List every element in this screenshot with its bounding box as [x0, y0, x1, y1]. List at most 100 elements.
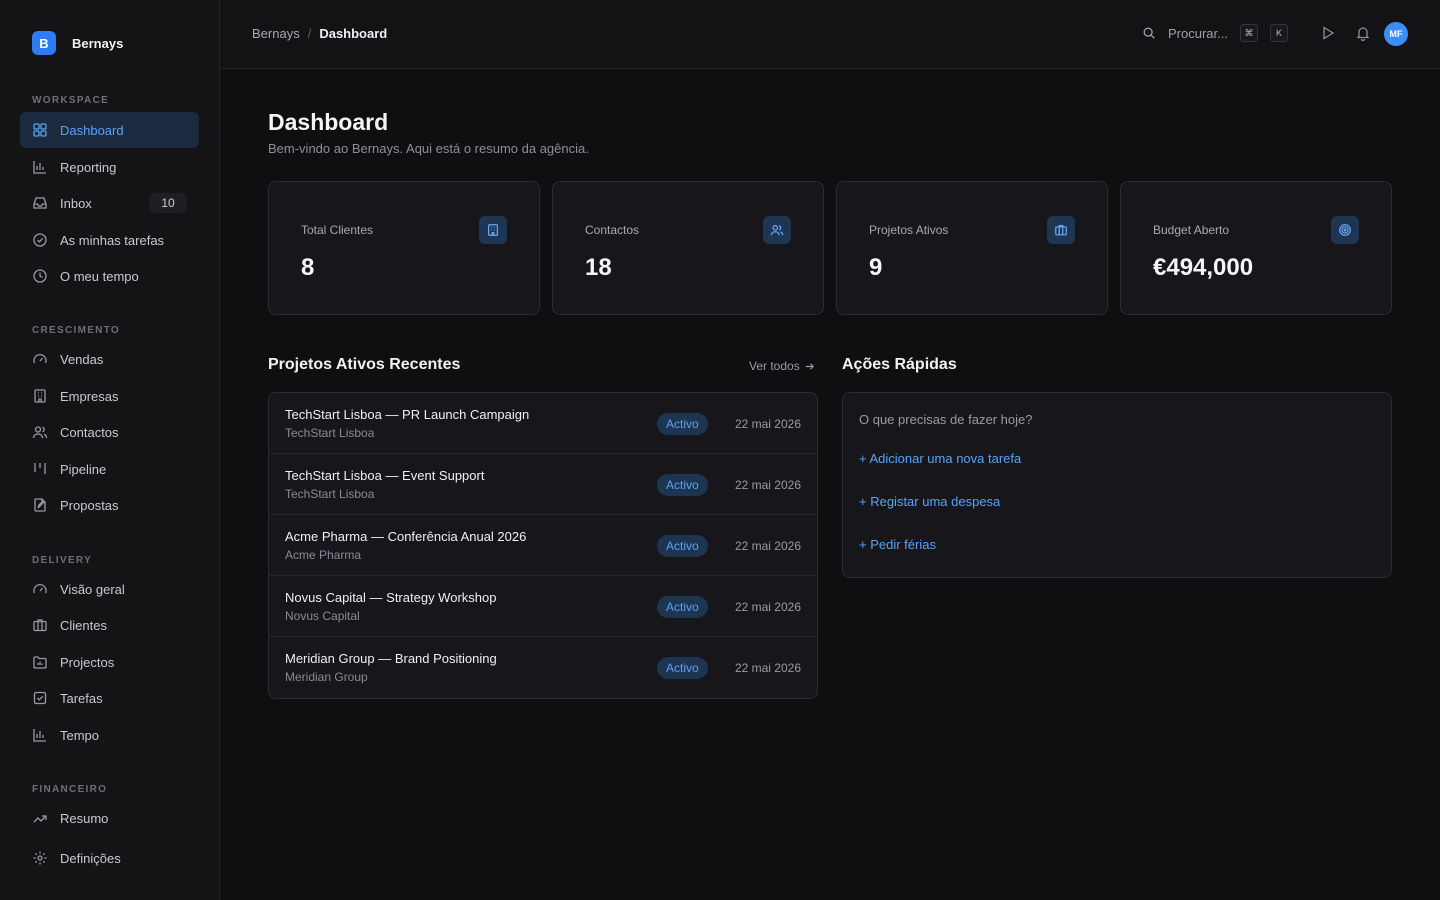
project-date: 22 mai 2026 [734, 661, 801, 675]
folder-chart-icon [33, 656, 47, 669]
quick-actions-title: Ações Rápidas [842, 356, 957, 373]
page-title: Dashboard [268, 109, 389, 135]
sidebar-item-resumo[interactable]: Resumo [20, 800, 199, 836]
check-circle-icon [33, 233, 47, 247]
sidebar-item-label: Propostas [60, 497, 119, 513]
breadcrumb-separator: / [307, 26, 312, 41]
stat-label: Projetos Ativos [869, 223, 949, 237]
sidebar-item-my-time[interactable]: O meu tempo [20, 258, 199, 294]
stat-value: €494,000 [1153, 254, 1254, 281]
arrow-right-icon [805, 362, 814, 370]
sidebar-item-tarefas[interactable]: Tarefas [20, 680, 199, 716]
sidebar-item-label: Visão geral [60, 581, 125, 597]
gauge-icon [33, 353, 47, 364]
sidebar-item-projectos[interactable]: Projectos [20, 644, 199, 680]
sidebar-item-label: Inbox [60, 195, 92, 211]
sidebar-item-my-tasks[interactable]: As minhas tarefas [20, 222, 199, 258]
document-edit-icon [34, 498, 46, 512]
inbox-icon [33, 197, 47, 209]
sidebar-item-propostas[interactable]: Propostas [20, 487, 199, 523]
see-all-link[interactable]: Ver todos [749, 359, 815, 373]
sidebar-item-label: Definições [60, 850, 121, 866]
gear-icon [33, 851, 47, 865]
see-all-label: Ver todos [749, 359, 800, 373]
sidebar-item-label: Empresas [60, 388, 119, 404]
sidebar-item-pipeline[interactable]: Pipeline [20, 451, 199, 487]
sidebar-item-definicoes[interactable]: Definições [20, 840, 199, 876]
status-badge: Activo [657, 657, 708, 679]
add-task-link[interactable]: + Adicionar uma nova tarefa [859, 451, 1021, 466]
table-row[interactable]: Acme Pharma — Conferência Anual 2026 Acm… [269, 515, 817, 576]
sidebar-item-vendas[interactable]: Vendas [20, 341, 199, 377]
shortcut-key-mod: ⌘ [1239, 24, 1258, 42]
section-label-delivery: DELIVERY [32, 555, 93, 566]
stat-label: Contactos [585, 223, 640, 237]
grid-icon [33, 123, 47, 137]
table-row[interactable]: TechStart Lisboa — Event Support TechSta… [269, 454, 817, 515]
target-icon [1331, 216, 1359, 244]
table-row[interactable]: Novus Capital — Strategy Workshop Novus … [269, 576, 817, 637]
table-row[interactable]: Meridian Group — Brand Positioning Merid… [269, 637, 817, 698]
breadcrumb-current: Dashboard [319, 26, 388, 41]
stat-value: 8 [301, 254, 315, 281]
sidebar-item-label: As minhas tarefas [60, 232, 165, 248]
sidebar-item-label: Pipeline [60, 461, 107, 477]
stat-label: Total Clientes [301, 223, 374, 237]
status-badge: Activo [657, 413, 708, 435]
pipeline-icon [34, 463, 46, 474]
play-icon[interactable] [1320, 25, 1336, 41]
bell-icon[interactable] [1355, 25, 1371, 41]
table-row[interactable]: TechStart Lisboa — PR Launch Campaign Te… [269, 393, 817, 454]
brand[interactable]: B Bernays [32, 31, 123, 55]
sidebar-item-contactos[interactable]: Contactos [20, 414, 199, 450]
sidebar-item-dashboard[interactable]: Dashboard [20, 112, 199, 148]
project-date: 22 mai 2026 [734, 539, 801, 553]
inbox-count-badge: 10 [149, 193, 187, 213]
project-name: Meridian Group — Brand Positioning [285, 651, 497, 666]
breadcrumb-parent[interactable]: Bernays [252, 26, 300, 41]
search-icon [1143, 27, 1155, 39]
sidebar-item-visao-geral[interactable]: Visão geral [20, 571, 199, 607]
page-subtitle: Bem-vindo ao Bernays. Aqui está o resumo… [268, 141, 589, 156]
stat-value: 18 [585, 254, 612, 281]
stat-card-total-clientes: Total Clientes 8 [268, 181, 540, 315]
sidebar-item-inbox[interactable]: Inbox 10 [20, 185, 199, 221]
sidebar-item-label: O meu tempo [60, 268, 139, 284]
search-trigger[interactable]: Procurar... ⌘ K [1142, 24, 1288, 42]
users-icon [763, 216, 791, 244]
sidebar-item-label: Tarefas [60, 690, 103, 706]
stat-value: 9 [869, 254, 883, 281]
sidebar-item-label: Dashboard [60, 122, 124, 138]
project-name: TechStart Lisboa — PR Launch Campaign [285, 407, 530, 422]
sidebar-item-label: Vendas [60, 351, 104, 367]
project-date: 22 mai 2026 [734, 600, 801, 614]
project-date: 22 mai 2026 [734, 478, 801, 492]
project-client: Meridian Group [285, 670, 368, 684]
sidebar-item-label: Reporting [60, 159, 117, 175]
brand-name: Bernays [72, 35, 124, 51]
sidebar-item-label: Contactos [60, 424, 119, 440]
register-expense-link[interactable]: + Registar uma despesa [859, 494, 1000, 509]
recent-projects-list: TechStart Lisboa — PR Launch Campaign Te… [268, 392, 818, 699]
stat-card-contactos: Contactos 18 [552, 181, 824, 315]
sidebar-item-reporting[interactable]: Reporting [20, 149, 199, 185]
project-name: TechStart Lisboa — Event Support [285, 468, 485, 483]
avatar[interactable]: MF [1384, 22, 1408, 46]
project-name: Novus Capital — Strategy Workshop [285, 590, 497, 605]
status-badge: Activo [657, 535, 708, 557]
section-label-financeiro: FINANCEIRO [32, 784, 108, 795]
stat-label: Budget Aberto [1153, 223, 1230, 237]
trending-up-icon [33, 815, 47, 823]
request-vacation-link[interactable]: + Pedir férias [859, 537, 936, 552]
sidebar-item-tempo[interactable]: Tempo [20, 717, 199, 753]
section-label-crescimento: CRESCIMENTO [32, 325, 121, 336]
status-badge: Activo [657, 596, 708, 618]
breadcrumb: Bernays / Dashboard [252, 26, 387, 41]
project-client: TechStart Lisboa [285, 487, 375, 501]
sidebar-item-label: Clientes [60, 617, 107, 633]
shortcut-key-k: K [1269, 24, 1288, 42]
sidebar-item-clientes[interactable]: Clientes [20, 607, 199, 643]
clock-icon [33, 269, 47, 283]
sidebar-item-empresas[interactable]: Empresas [20, 378, 199, 414]
sidebar-item-label: Resumo [60, 810, 109, 826]
